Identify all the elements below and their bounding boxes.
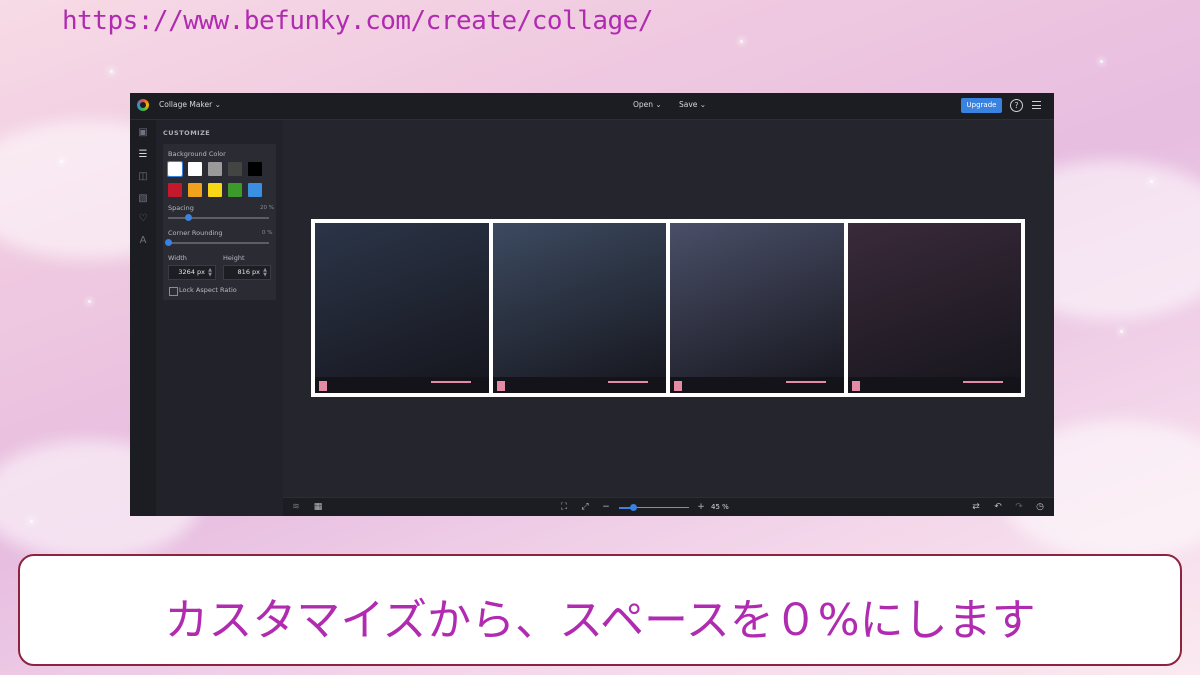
height-label: Height [223,254,245,262]
photo-caption-strip [315,377,489,393]
customize-panel: CUSTOMIZE Background Color Spacing 20 % … [156,120,283,516]
help-icon[interactable]: ? [1010,99,1023,112]
layout-grid-icon[interactable]: ▦ [313,502,323,512]
width-label: Width [168,254,187,262]
caption-box: カスタマイズから、スペースを０%にします [18,554,1182,666]
image-manager-icon[interactable]: ▣ [138,128,148,138]
graphics-heart-icon[interactable]: ♡ [138,214,148,224]
hamburger-menu-icon[interactable] [1032,101,1041,112]
history-icon[interactable]: ◷ [1035,502,1045,512]
photo-caption-strip [670,377,844,393]
customize-card: Background Color Spacing 20 % Corner Rou… [163,144,276,300]
tool-icon-bar: ▣ ☰ ◫ ▧ ♡ A [130,120,156,516]
lock-aspect-checkbox[interactable] [169,287,178,296]
photo-4[interactable] [847,223,1021,393]
background-color-label: Background Color [168,150,226,158]
bottom-toolbar: ≋ ▦ ⛶ ⤢ − + 45 % ⇄ ↶ ↷ ◷ [283,497,1054,516]
color-swatch[interactable] [167,161,183,177]
collage-maker-window: Collage Maker ⌄ Open ⌄ Save ⌄ Upgrade ? … [130,93,1054,516]
zoom-in-icon[interactable]: + [696,502,706,512]
actual-size-icon[interactable]: ⤢ [580,502,590,512]
open-menu[interactable]: Open ⌄ [633,100,662,109]
photo-3[interactable] [670,223,844,393]
undo-icon[interactable]: ↶ [993,502,1003,512]
color-swatch[interactable] [228,162,242,176]
color-swatch[interactable] [228,183,242,197]
color-swatch[interactable] [208,162,222,176]
corner-rounding-slider[interactable] [165,239,269,246]
color-swatch[interactable] [248,183,262,197]
upgrade-button[interactable]: Upgrade [961,98,1002,113]
zoom-slider-thumb[interactable] [630,504,637,511]
photo-1[interactable] [315,223,489,393]
text-icon[interactable]: A [138,236,148,246]
save-menu[interactable]: Save ⌄ [679,100,706,109]
photos-icon[interactable]: ▧ [138,194,148,204]
width-input[interactable]: 3264 px ▲ ▼ [168,265,216,280]
url-text: https://www.befunky.com/create/collage/ [62,6,653,36]
swap-icon[interactable]: ⇄ [971,502,981,512]
layouts-icon[interactable]: ◫ [138,172,148,182]
photo-caption-strip [492,377,666,393]
color-swatch[interactable] [248,162,262,176]
fit-screen-icon[interactable]: ⛶ [559,502,569,512]
zoom-out-icon[interactable]: − [601,502,611,512]
app-title-dropdown[interactable]: Collage Maker ⌄ [159,100,221,109]
collage-canvas [283,120,1054,497]
zoom-slider[interactable] [619,504,689,511]
height-input[interactable]: 816 px ▲ ▼ [223,265,271,280]
corner-rounding-label: Corner Rounding [168,229,223,237]
top-bar: Collage Maker ⌄ Open ⌄ Save ⌄ Upgrade ? [130,93,1054,120]
redo-icon[interactable]: ↷ [1014,502,1024,512]
layers-icon[interactable]: ≋ [291,502,301,512]
color-swatch[interactable] [208,183,222,197]
befunky-logo-icon[interactable] [137,99,149,111]
spacing-slider-thumb[interactable] [185,214,193,221]
customize-icon[interactable]: ☰ [138,150,148,160]
spacing-value: 20 % [260,205,274,211]
customize-title: CUSTOMIZE [163,129,211,137]
color-swatch[interactable] [168,183,182,197]
collage-grid[interactable] [311,219,1025,397]
corner-rounding-value: 0 % [262,230,273,236]
lock-aspect-label: Lock Aspect Ratio [179,286,237,294]
spacing-label: Spacing [168,204,194,212]
corner-rounding-slider-thumb[interactable] [165,239,172,246]
spacing-slider[interactable] [168,214,269,221]
caption-text: カスタマイズから、スペースを０%にします [164,595,1036,646]
photo-2[interactable] [492,223,666,393]
color-swatch[interactable] [188,162,202,176]
zoom-level: 45 % [711,503,729,511]
color-swatch[interactable] [188,183,202,197]
photo-caption-strip [847,377,1021,393]
